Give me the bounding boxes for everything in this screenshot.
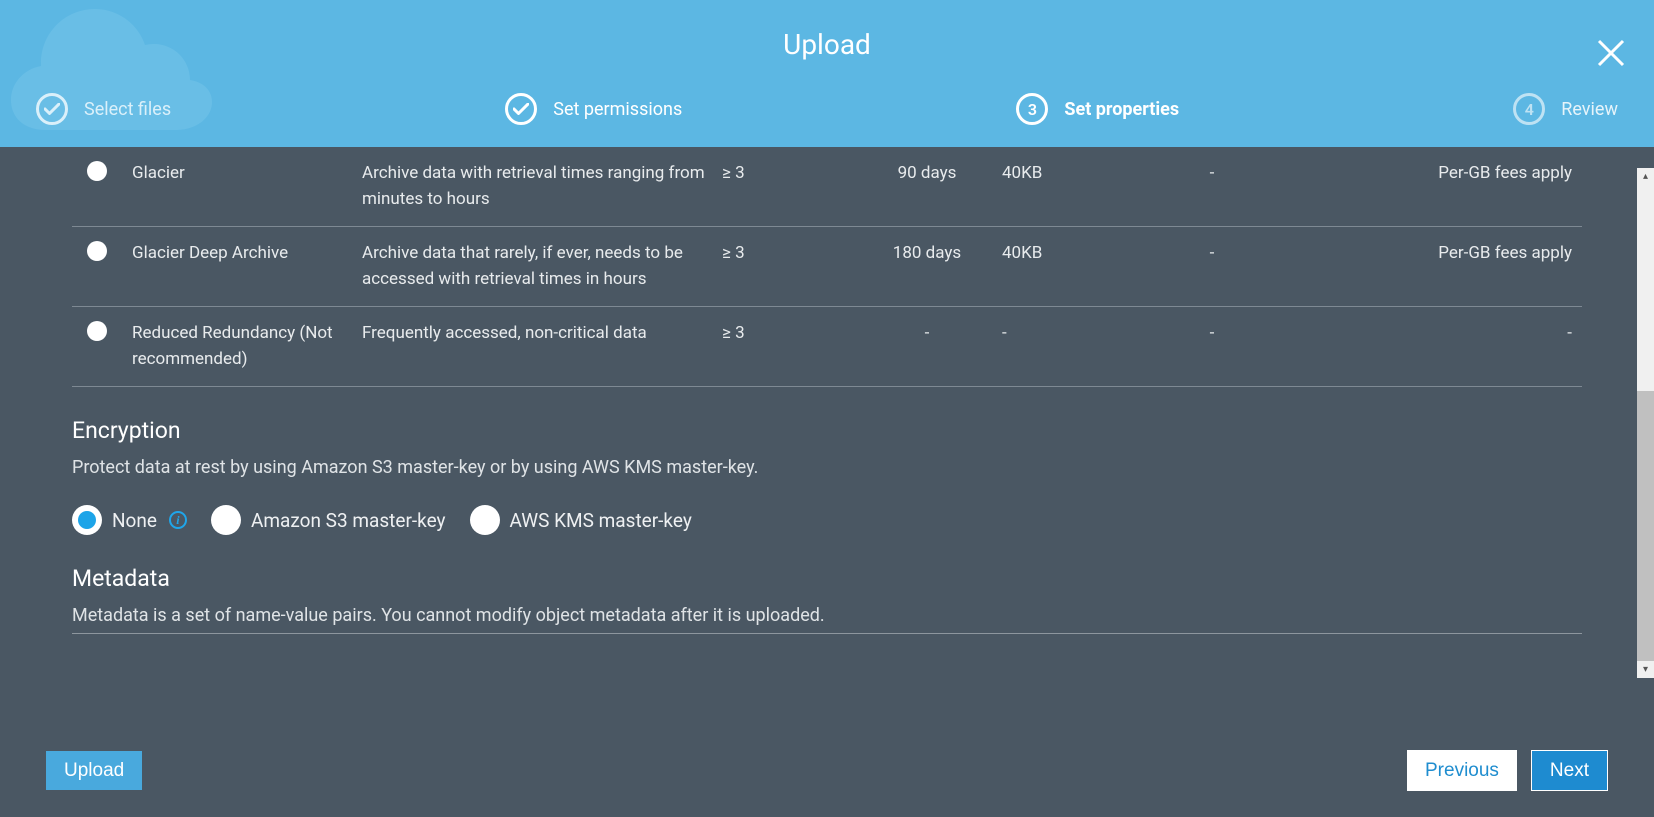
encryption-label: AWS KMS master-key	[510, 509, 692, 532]
storage-min-size: 40KB	[1002, 147, 1142, 227]
storage-retrieval: Per-GB fees apply	[1292, 227, 1582, 307]
encryption-text: Protect data at rest by using Amazon S3 …	[72, 454, 1582, 481]
close-button[interactable]	[1596, 38, 1626, 68]
step-set-properties[interactable]: 3 Set properties	[1016, 93, 1179, 125]
scrollbar[interactable]: ▴ ▾	[1637, 168, 1654, 678]
storage-name: Glacier	[132, 147, 362, 227]
storage-class-table: Glacier Archive data with retrieval time…	[72, 147, 1582, 387]
check-icon	[36, 93, 68, 125]
storage-name: Glacier Deep Archive	[132, 227, 362, 307]
step-select-files[interactable]: Select files	[36, 93, 171, 125]
scrollbar-track[interactable]	[1637, 185, 1654, 661]
storage-zones: ≥ 3	[722, 227, 862, 307]
storage-monitoring: -	[1142, 227, 1292, 307]
storage-retrieval: -	[1292, 307, 1582, 387]
encryption-label: Amazon S3 master-key	[251, 509, 446, 532]
table-row: Reduced Redundancy (Not recommended) Fre…	[72, 307, 1582, 387]
storage-monitoring: -	[1142, 307, 1292, 387]
step-number-icon: 4	[1513, 93, 1545, 125]
storage-radio-reduced-redundancy[interactable]	[87, 321, 107, 341]
metadata-title: Metadata	[72, 565, 1582, 592]
step-label: Select files	[84, 99, 171, 120]
step-label: Set permissions	[553, 99, 682, 120]
scroll-up-icon[interactable]: ▴	[1643, 168, 1648, 185]
modal-content: Glacier Archive data with retrieval time…	[0, 147, 1654, 728]
upload-button[interactable]: Upload	[46, 751, 142, 790]
next-button[interactable]: Next	[1531, 750, 1608, 791]
storage-description: Frequently accessed, non-critical data	[362, 307, 722, 387]
storage-monitoring: -	[1142, 147, 1292, 227]
radio-icon	[470, 505, 500, 535]
storage-min-size: -	[1002, 307, 1142, 387]
storage-name: Reduced Redundancy (Not recommended)	[132, 307, 362, 387]
storage-min-size: 40KB	[1002, 227, 1142, 307]
step-label: Review	[1561, 99, 1618, 120]
info-icon[interactable]: i	[169, 511, 187, 529]
encryption-option-kms-master-key[interactable]: AWS KMS master-key	[470, 505, 692, 535]
metadata-text: Metadata is a set of name-value pairs. Y…	[72, 602, 1582, 629]
divider	[72, 633, 1582, 634]
storage-min-duration: 180 days	[862, 227, 1002, 307]
storage-description: Archive data with retrieval times rangin…	[362, 147, 722, 227]
step-set-permissions[interactable]: Set permissions	[505, 93, 682, 125]
step-label: Set properties	[1064, 99, 1179, 120]
table-row: Glacier Deep Archive Archive data that r…	[72, 227, 1582, 307]
storage-radio-glacier[interactable]	[87, 161, 107, 181]
modal-header: Upload Select files Set permissions	[0, 0, 1654, 147]
storage-radio-glacier-deep[interactable]	[87, 241, 107, 261]
scrollbar-thumb[interactable]	[1637, 391, 1654, 661]
wizard-steps: Select files Set permissions 3 Set prope…	[0, 83, 1654, 131]
encryption-label: None	[112, 509, 157, 532]
table-row: Glacier Archive data with retrieval time…	[72, 147, 1582, 227]
modal-title: Upload	[0, 0, 1654, 83]
storage-min-duration: 90 days	[862, 147, 1002, 227]
encryption-title: Encryption	[72, 417, 1582, 444]
storage-min-duration: -	[862, 307, 1002, 387]
step-number-icon: 3	[1016, 93, 1048, 125]
encryption-options: None i Amazon S3 master-key AWS KMS mast…	[72, 505, 1582, 535]
storage-zones: ≥ 3	[722, 147, 862, 227]
previous-button[interactable]: Previous	[1407, 750, 1517, 791]
upload-modal: Upload Select files Set permissions	[0, 0, 1654, 817]
scroll-down-icon[interactable]: ▾	[1643, 661, 1648, 678]
storage-retrieval: Per-GB fees apply	[1292, 147, 1582, 227]
step-review[interactable]: 4 Review	[1513, 93, 1618, 125]
modal-footer: Upload Previous Next	[0, 728, 1654, 817]
check-icon	[505, 93, 537, 125]
storage-zones: ≥ 3	[722, 307, 862, 387]
radio-icon	[72, 505, 102, 535]
encryption-option-none[interactable]: None i	[72, 505, 187, 535]
storage-description: Archive data that rarely, if ever, needs…	[362, 227, 722, 307]
radio-icon	[211, 505, 241, 535]
encryption-option-s3-master-key[interactable]: Amazon S3 master-key	[211, 505, 446, 535]
